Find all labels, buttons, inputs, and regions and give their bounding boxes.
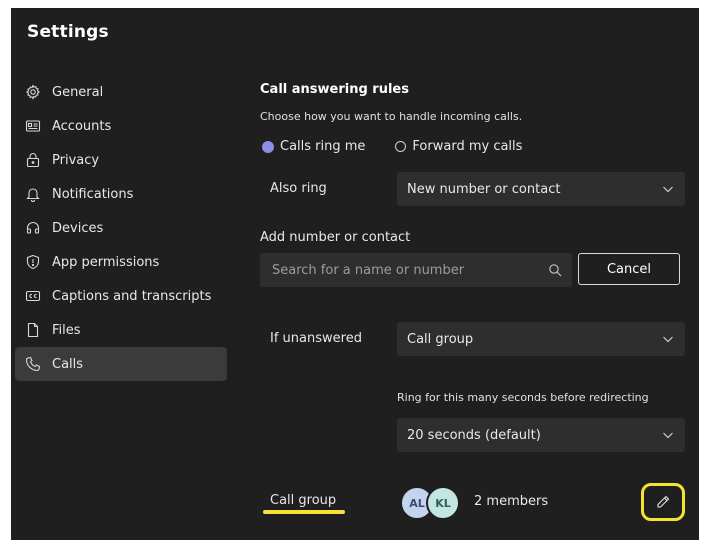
sidebar-item-calls[interactable]: Calls (15, 347, 227, 381)
radio-checked-icon (262, 140, 274, 153)
sidebar-item-label: Notifications (52, 186, 134, 202)
if-unanswered-dropdown[interactable]: Call group (397, 322, 685, 356)
sidebar-item-label: Privacy (52, 152, 100, 168)
id-card-icon (25, 118, 41, 134)
search-input[interactable] (272, 262, 548, 278)
dropdown-value: Call group (407, 331, 474, 347)
members-count: 2 members (474, 494, 549, 509)
sidebar: General Accounts Privacy Notifications D… (15, 75, 227, 381)
avatar: KL (426, 486, 460, 520)
chevron-down-icon (661, 182, 675, 196)
sidebar-item-label: Accounts (52, 118, 112, 134)
sidebar-item-label: Devices (52, 220, 104, 236)
sidebar-item-label: Calls (52, 356, 84, 372)
chevron-down-icon (661, 332, 675, 346)
cancel-button[interactable]: Cancel (578, 253, 680, 285)
lock-icon (25, 152, 41, 168)
search-icon (548, 263, 562, 277)
captions-icon (25, 288, 41, 304)
contact-search-box[interactable] (260, 253, 572, 287)
headset-icon (25, 220, 41, 236)
radio-unchecked-icon (395, 141, 407, 152)
sidebar-item-files[interactable]: Files (15, 313, 227, 347)
call-group-avatars: AL KL (400, 486, 470, 520)
sidebar-item-label: General (52, 84, 104, 100)
edit-call-group-button[interactable] (641, 483, 685, 521)
shield-icon (25, 254, 41, 270)
settings-window: Settings General Accounts Privacy Notifi… (11, 8, 699, 540)
file-icon (25, 322, 41, 338)
also-ring-dropdown[interactable]: New number or contact (397, 172, 685, 206)
calls-settings-panel: Call answering rules Choose how you want… (260, 8, 690, 540)
radio-forward-my-calls[interactable]: Forward my calls (395, 139, 522, 154)
ring-duration-dropdown[interactable]: 20 seconds (default) (397, 418, 685, 452)
chevron-down-icon (661, 428, 675, 442)
section-description: Choose how you want to handle incoming c… (260, 110, 523, 123)
also-ring-label: Also ring (270, 181, 327, 196)
radio-calls-ring-me[interactable]: Calls ring me (262, 139, 365, 154)
sidebar-item-devices[interactable]: Devices (15, 211, 227, 245)
sidebar-item-label: Captions and transcripts (52, 288, 212, 304)
ring-duration-caption: Ring for this many seconds before redire… (397, 391, 649, 404)
phone-icon (25, 356, 41, 372)
sidebar-item-accounts[interactable]: Accounts (15, 109, 227, 143)
sidebar-item-app-permissions[interactable]: App permissions (15, 245, 227, 279)
call-group-label: Call group (270, 493, 337, 508)
highlight-underline (263, 510, 345, 514)
sidebar-item-privacy[interactable]: Privacy (15, 143, 227, 177)
bell-icon (25, 186, 41, 202)
radio-label: Calls ring me (280, 139, 366, 154)
dropdown-value: 20 seconds (default) (407, 427, 541, 443)
add-contact-label: Add number or contact (260, 230, 411, 245)
dropdown-value: New number or contact (407, 181, 561, 197)
pencil-icon (657, 495, 670, 508)
radio-label: Forward my calls (412, 139, 523, 154)
sidebar-item-label: App permissions (52, 254, 160, 270)
sidebar-item-captions[interactable]: Captions and transcripts (15, 279, 227, 313)
sidebar-item-label: Files (52, 322, 81, 338)
section-title: Call answering rules (260, 82, 409, 97)
sidebar-item-notifications[interactable]: Notifications (15, 177, 227, 211)
if-unanswered-label: If unanswered (270, 331, 362, 346)
call-answering-radio-group: Calls ring me Forward my calls (262, 139, 552, 154)
page-title: Settings (27, 22, 109, 42)
sidebar-item-general[interactable]: General (15, 75, 227, 109)
gear-icon (25, 84, 41, 100)
